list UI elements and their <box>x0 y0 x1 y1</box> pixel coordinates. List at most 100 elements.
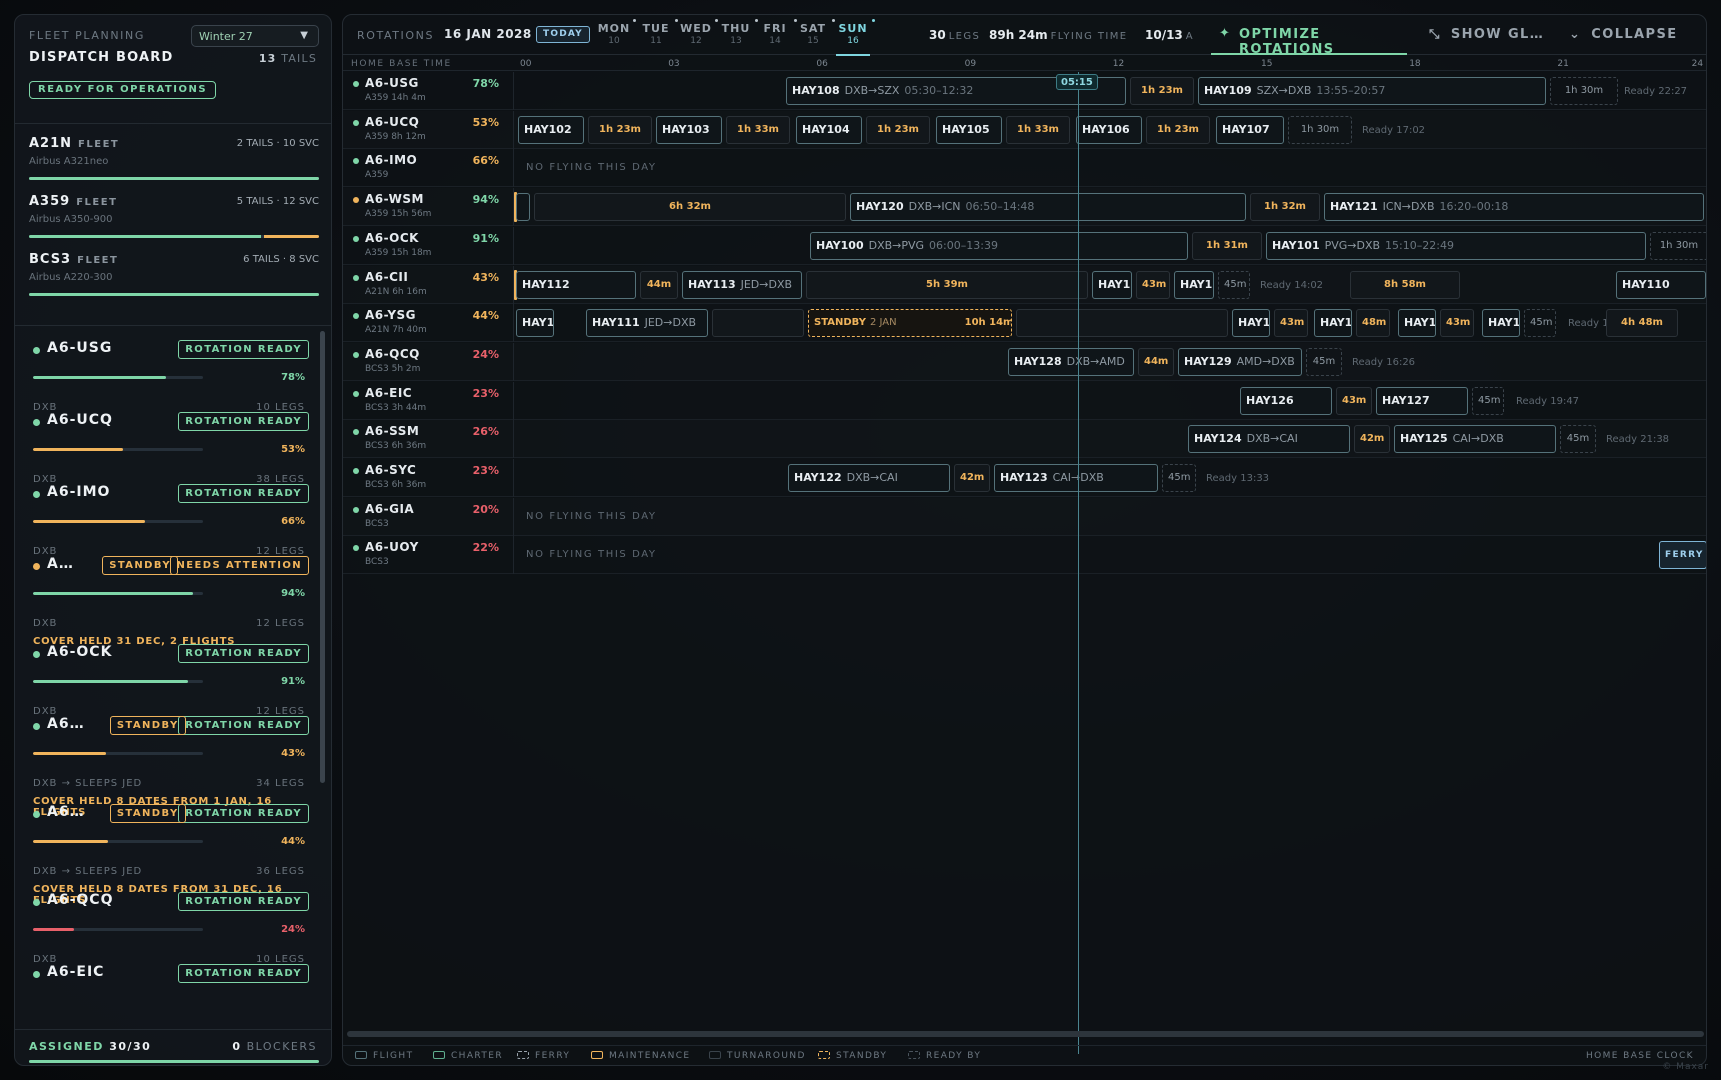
status-dot <box>33 347 40 354</box>
flight-block[interactable]: HAY1 <box>1174 270 1214 299</box>
flight-block[interactable]: HAY123CAI→DXB <box>994 464 1158 492</box>
rotation-row-a6-usg[interactable]: A6-USG A359 14h 4m 78% HAY108 DXB→SZX 05:30… <box>343 72 1706 110</box>
fleet-card-a21n[interactable]: A21N FLEET 2 TAILS · 10 SVC Airbus A321ne… <box>29 136 319 194</box>
turnaround-block[interactable] <box>712 309 804 338</box>
rotation-row-a6-eic[interactable]: A6-EIC BCS3 3h 44m 23% HAY126 43m HAY127 45m… <box>343 381 1706 420</box>
turnaround-block[interactable]: 6h 32m <box>534 193 846 222</box>
rotation-row-a6-cii[interactable]: A6-CII A21N 6h 16m 43% HAY112 44m HAY113 JED… <box>343 265 1706 304</box>
flight-block[interactable]: HAY1 <box>1482 309 1520 338</box>
turnaround-block[interactable]: 1h 33m <box>726 115 790 144</box>
utilisation-bar <box>33 592 203 595</box>
turnaround-block[interactable]: 1h 33m <box>1006 115 1070 144</box>
turnaround-block[interactable]: 42m <box>1354 425 1390 454</box>
day-number: 11 <box>650 36 662 46</box>
ready-by-block[interactable]: 45m <box>1218 270 1250 299</box>
turnaround-block[interactable]: 4h 48m <box>1606 309 1678 338</box>
ready-by-block[interactable]: 45m <box>1306 347 1342 376</box>
show-global-button[interactable]: ⤡ SHOW GL… <box>1429 27 1544 42</box>
flight-block[interactable]: HAY101 PVG→DXB 15:10–22:49 <box>1266 231 1646 260</box>
turnaround-block[interactable]: 43m <box>1440 309 1474 338</box>
flight-block[interactable]: HAY107 <box>1216 115 1284 144</box>
flight-block[interactable]: HAY120 DXB→ICN 06:50–14:48 <box>850 193 1246 222</box>
turnaround-block[interactable]: 48m <box>1356 309 1390 338</box>
day-tab-mon[interactable]: MON 10 <box>595 19 636 46</box>
flight-block[interactable]: HAY124 DXB→CAI <box>1188 425 1350 454</box>
rotation-row-a6-wsm[interactable]: A6-WSM A359 15h 56m 94% 6h 32m HAY120 DXB→I… <box>343 188 1706 227</box>
flight-block[interactable] <box>516 193 530 222</box>
turnaround-block[interactable]: 1h 23m <box>1130 77 1194 105</box>
flight-block[interactable]: HAY121 ICN→DXB 16:20–00:18 <box>1324 193 1704 222</box>
flight-block[interactable]: HAY1 <box>1314 309 1352 338</box>
standby-block[interactable]: STANDBY 2 JAN 10h 14m <box>808 309 1012 338</box>
rotation-row-a6-ock[interactable]: A6-OCK A359 15h 18m 91% HAY100 DXB→PVG 06:0… <box>343 226 1706 265</box>
ready-by-block[interactable]: 45m <box>1560 425 1596 454</box>
turnaround-block[interactable]: 1h 23m <box>866 115 930 144</box>
flight-block[interactable]: HAY103 <box>656 115 722 144</box>
ferry-button[interactable]: FERRY <box>1659 541 1706 570</box>
turnaround-block[interactable]: 43m <box>1336 386 1372 415</box>
turnaround-block[interactable]: 1h 32m <box>1250 193 1320 222</box>
flight-block[interactable]: HAY1 <box>1232 309 1270 338</box>
flight-block[interactable]: HAY112 <box>516 270 636 299</box>
turnaround-block[interactable]: 5h 39m <box>806 270 1088 299</box>
flight-block[interactable]: HAY104 <box>796 115 862 144</box>
day-tab-sat[interactable]: SAT 15 <box>794 19 835 46</box>
flight-block[interactable]: HAY106 <box>1076 115 1142 144</box>
flight-block[interactable]: HAY109 SZX→DXB 13:55–20:57 <box>1198 77 1546 105</box>
rotation-row-a6-syc[interactable]: A6-SYC BCS3 6h 36m 23% HAY122 DXB→CAI 42m HA… <box>343 459 1706 497</box>
flight-block[interactable]: HAY129 AMD→DXB <box>1178 347 1302 376</box>
rotation-row-a6-uoy[interactable]: A6-UOY BCS3 22% NO FLYING THIS DAY FERRY <box>343 536 1706 575</box>
day-tab-sun[interactable]: SUN 16 <box>834 19 875 56</box>
timeline-horizontal-scrollbar[interactable] <box>347 1031 1704 1037</box>
rotation-row-a6-gia[interactable]: A6-GIA BCS3 20% NO FLYING THIS DAY <box>343 497 1706 536</box>
turnaround-block[interactable]: 44m <box>1138 347 1174 376</box>
collapse-button[interactable]: ⌄ COLLAPSE <box>1569 27 1678 42</box>
standby-duration: 10h 14m <box>964 317 1012 329</box>
turnaround-block[interactable]: 44m <box>640 270 678 299</box>
turnaround-block[interactable]: 43m <box>1274 309 1308 338</box>
flight-block[interactable]: HAY122 DXB→CAI <box>788 464 950 492</box>
turnaround-block[interactable] <box>1016 309 1228 338</box>
flight-block[interactable]: HAY105 <box>936 115 1002 144</box>
ready-by-block[interactable]: 45m <box>1162 464 1196 492</box>
ready-by-block[interactable]: 1h 30m <box>1650 231 1706 260</box>
flight-block[interactable]: HAY126 <box>1240 386 1332 415</box>
flight-block[interactable]: HAY1 <box>1092 270 1132 299</box>
ready-by-block[interactable]: 45m <box>1524 309 1556 338</box>
flight-block[interactable]: HAY110 <box>1616 270 1706 299</box>
fleet-card-a359[interactable]: A359 FLEET 5 TAILS · 12 SVC Airbus A350-9… <box>29 194 319 252</box>
turnaround-block[interactable]: 1h 23m <box>1146 115 1210 144</box>
season-select[interactable]: Winter 27 ▼ <box>191 25 319 47</box>
turnaround-block[interactable]: 1h 31m <box>1192 231 1262 260</box>
flight-block[interactable]: HAY1 <box>516 309 554 338</box>
flight-block[interactable]: HAY102 <box>518 115 584 144</box>
flight-block[interactable]: HAY125 CAI→DXB <box>1394 425 1556 454</box>
day-tab-fri[interactable]: FRI 14 <box>756 19 797 46</box>
flight-block[interactable]: HAY100 DXB→PVG 06:00–13:39 <box>810 231 1188 260</box>
turnaround-block[interactable]: 43m <box>1136 270 1170 299</box>
day-tab-wed[interactable]: WED 12 <box>677 19 718 46</box>
optimize-rotations-button[interactable]: ✦ OPTIMIZE ROTATIONS <box>1211 15 1407 57</box>
ready-by-block[interactable]: 1h 30m <box>1288 115 1352 144</box>
day-tab-thu[interactable]: THU 13 <box>717 19 758 46</box>
flight-block[interactable]: HAY127 <box>1376 386 1468 415</box>
flight-block[interactable]: HAY1 <box>1398 309 1436 338</box>
flight-block[interactable]: HAY113 JED→DXB <box>682 270 802 299</box>
today-button[interactable]: TODAY <box>536 26 590 43</box>
ready-by-block[interactable]: 1h 30m <box>1550 77 1618 105</box>
rotation-row-a6-imo[interactable]: A6-IMO A359 66% NO FLYING THIS DAY <box>343 149 1706 188</box>
turnaround-block[interactable]: 1h 23m <box>588 115 652 144</box>
tail-list-scrollbar[interactable] <box>320 331 325 783</box>
flight-block[interactable]: HAY128 DXB→AMD <box>1008 347 1134 376</box>
fleet-card-bcs3[interactable]: BCS3 FLEET 6 TAILS · 8 SVC Airbus A220-30… <box>29 252 319 310</box>
rotation-row-a6-qcq[interactable]: A6-QCQ BCS3 5h 2m 24% HAY128 DXB→AMD 44m HAY… <box>343 342 1706 381</box>
scrollbar-thumb[interactable] <box>320 331 325 783</box>
flight-block[interactable]: HAY111 JED→DXB <box>586 309 708 338</box>
turnaround-block[interactable]: 8h 58m <box>1350 270 1460 299</box>
turnaround-block[interactable]: 42m <box>954 464 990 492</box>
day-tab-tue[interactable]: TUE 11 <box>637 19 678 46</box>
rotation-row-a6-ssm[interactable]: A6-SSM BCS3 6h 36m 26% HAY124 DXB→CAI 42m HA… <box>343 420 1706 459</box>
rotation-row-a6-ysg[interactable]: A6-YSG A21N 7h 40m 44% HAY1 HAY111 JED→DXB S… <box>343 304 1706 343</box>
ready-by-block[interactable]: 45m <box>1472 386 1504 415</box>
rotation-row-a6-ucq[interactable]: A6-UCQ A359 8h 12m 53% HAY102 1h 23m HAY103… <box>343 110 1706 149</box>
